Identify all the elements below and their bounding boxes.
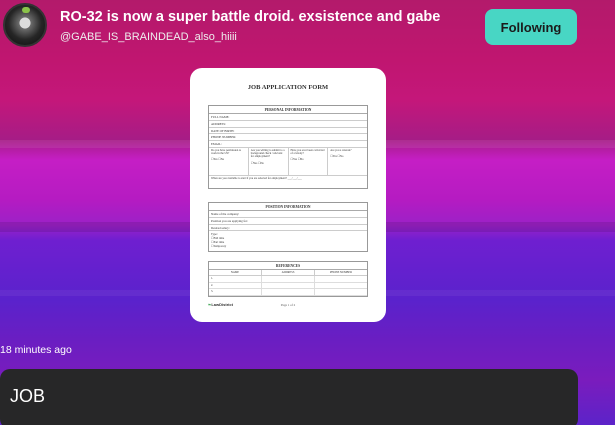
- question-cell: Have you ever been convicted of a felony…: [289, 147, 329, 175]
- form-field: PHONE NUMBER:: [209, 134, 367, 142]
- question-options: ☐Yes ☐No: [211, 158, 225, 162]
- caption-text: JOB: [10, 386, 46, 406]
- form-field: DATE OF BIRTH:: [209, 128, 367, 135]
- question-cell: Are you a veteran? ☐Yes ☐No: [328, 148, 367, 175]
- form-field: FULL NAME:: [209, 114, 367, 121]
- row-number: 1.: [209, 276, 262, 282]
- form-field: ADDRESS:: [209, 121, 367, 128]
- column-header: PHONE NUMBER: [330, 271, 352, 274]
- section-heading: POSITION INFORMATION: [209, 203, 367, 211]
- question-cell: Do you have permission to work in the US…: [209, 147, 249, 175]
- personal-info-section: PERSONAL INFORMATION FULL NAME: ADDRESS:…: [208, 105, 368, 189]
- avatar[interactable]: [3, 3, 47, 47]
- question-text: Are you a veteran?: [330, 148, 352, 152]
- column-header: NAME: [209, 270, 262, 275]
- document-image[interactable]: JOB APPLICATION FORM PERSONAL INFORMATIO…: [190, 68, 386, 322]
- question-options: ☐Yes ☐No: [290, 158, 304, 162]
- row-number: 3.: [209, 289, 262, 295]
- availability-field: When are you available to start if you a…: [211, 176, 302, 180]
- form-field: Position you are applying for:: [209, 218, 367, 225]
- references-section: REFERENCES NAME ADDRESS PHONE NUMBER 1. …: [208, 261, 368, 297]
- section-heading: PERSONAL INFORMATION: [209, 106, 367, 114]
- user-handle[interactable]: @GABE_IS_BRAINDEAD_also_hiiii: [60, 31, 237, 43]
- question-text: Do you have permission to work in the US…: [211, 148, 242, 156]
- question-cell: Are you willing to submit to a backgroun…: [249, 147, 289, 175]
- following-button[interactable]: Following: [485, 9, 577, 45]
- page-number: Page 1 of 2: [280, 303, 296, 307]
- row-number: 2.: [209, 282, 262, 288]
- question-text: Are you willing to submit to a backgroun…: [250, 148, 285, 159]
- document-title: JOB APPLICATION FORM: [247, 84, 329, 91]
- post-timestamp: 18 minutes ago: [0, 344, 72, 356]
- form-field: Name of the company:: [209, 211, 367, 218]
- form-field: Desired salary:: [209, 225, 367, 232]
- question-options: ☐Yes ☐No: [330, 155, 344, 159]
- form-field: EMAIL:: [209, 141, 367, 148]
- caption-box: JOB: [0, 369, 578, 425]
- position-type: Type: ☐Full time ☐Part time ☐Temporary: [209, 231, 367, 251]
- question-text: Have you ever been convicted of a felony…: [290, 148, 325, 156]
- table-row: 3.: [209, 289, 367, 296]
- position-info-section: POSITION INFORMATION Name of the company…: [208, 202, 368, 253]
- type-option: ☐Temporary: [211, 244, 227, 249]
- question-row: Do you have permission to work in the US…: [209, 147, 367, 176]
- post-title: RO-32 is now a super battle droid. exsis…: [60, 9, 441, 25]
- avatar-badge-icon: [22, 7, 30, 13]
- column-header: ADDRESS: [262, 270, 315, 275]
- section-heading: REFERENCES: [209, 262, 367, 270]
- question-options: ☐Yes ☐No: [250, 161, 264, 165]
